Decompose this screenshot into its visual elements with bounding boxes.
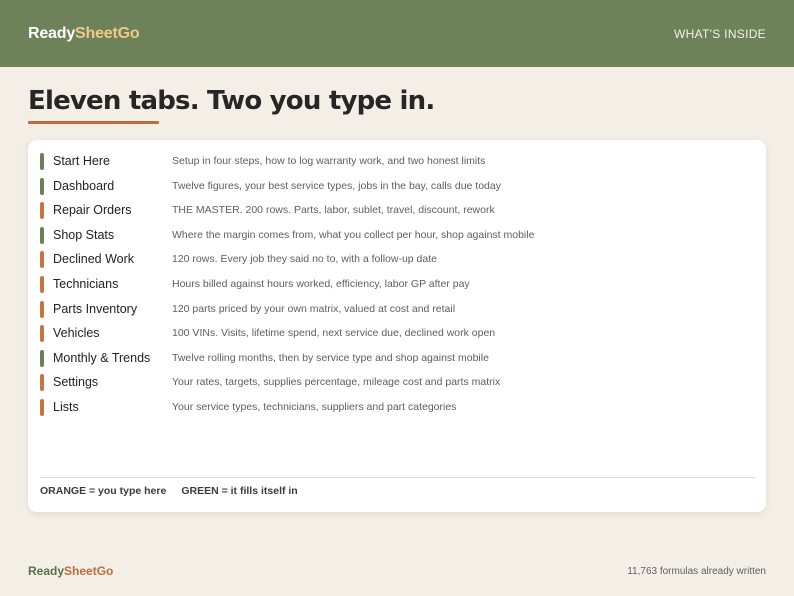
tab-type-indicator — [40, 250, 44, 268]
title-underline — [28, 121, 159, 124]
tab-row-technicians: Technicians Hours billed against hours w… — [40, 275, 755, 293]
brand-part-sheetgo: SheetGo — [75, 24, 140, 42]
tab-type-indicator — [40, 373, 44, 391]
tab-name: Parts Inventory — [53, 302, 138, 316]
tab-description: 100 VINs. Visits, lifetime spend, next s… — [172, 327, 496, 339]
legend-orange: ORANGE = you type here — [40, 485, 167, 497]
tab-type-indicator — [40, 177, 44, 195]
tab-name: Technicians — [53, 277, 119, 291]
tab-description: Your service types, technicians, supplie… — [172, 401, 457, 413]
page-title: Eleven tabs. Two you type in. — [28, 86, 435, 116]
tab-row-settings: Settings Your rates, targets, supplies p… — [40, 373, 755, 391]
tab-type-indicator — [40, 300, 44, 318]
tab-type-indicator — [40, 349, 44, 367]
tab-name: Declined Work — [53, 252, 135, 266]
tab-name: Dashboard — [53, 179, 115, 193]
tab-name: Lists — [53, 400, 79, 414]
brand-part-ready: Ready — [28, 24, 76, 42]
tab-description: Where the margin comes from, what you co… — [172, 229, 535, 241]
tab-type-indicator — [40, 152, 44, 170]
tab-name: Shop Stats — [53, 228, 115, 242]
tab-description: Twelve figures, your best service types,… — [172, 180, 501, 192]
tab-row-parts-inventory: Parts Inventory 120 parts priced by your… — [40, 300, 755, 318]
color-legend: ORANGE = you type here GREEN = it fills … — [40, 485, 298, 497]
tab-row-start-here: Start Here Setup in four steps, how to l… — [40, 152, 755, 170]
tab-row-monthly-trends: Monthly & Trends Twelve rolling months, … — [40, 349, 755, 367]
tab-row-shop-stats: Shop Stats Where the margin comes from, … — [40, 226, 755, 244]
footer-brand-logo: ReadySheetGo — [28, 564, 113, 578]
nav-whats-inside[interactable]: WHAT'S INSIDE — [674, 27, 766, 41]
tab-name: Monthly & Trends — [53, 351, 151, 365]
tab-type-indicator — [40, 324, 44, 342]
footer-brand-part-sheetgo: SheetGo — [64, 564, 114, 578]
tab-row-vehicles: Vehicles 100 VINs. Visits, lifetime spen… — [40, 324, 755, 342]
legend-green: GREEN = it fills itself in — [181, 485, 298, 497]
tab-description: Twelve rolling months, then by service t… — [172, 352, 489, 364]
footer-brand-part-ready: Ready — [28, 564, 65, 578]
tab-row-repair-orders: Repair Orders THE MASTER. 200 rows. Part… — [40, 201, 755, 219]
tab-description: 120 rows. Every job they said no to, wit… — [172, 253, 437, 265]
tab-row-dashboard: Dashboard Twelve figures, your best serv… — [40, 177, 755, 195]
legend-divider — [40, 477, 755, 478]
tab-description: 120 parts priced by your own matrix, val… — [172, 303, 456, 315]
tab-description: THE MASTER. 200 rows. Parts, labor, subl… — [172, 204, 495, 216]
tab-name: Vehicles — [53, 326, 100, 340]
tab-type-indicator — [40, 201, 44, 219]
header-bar: ReadySheetGo WHAT'S INSIDE — [0, 0, 794, 67]
tab-type-indicator — [40, 226, 44, 244]
footer-formula-count: 11,763 formulas already written — [627, 566, 766, 577]
tab-type-indicator — [40, 398, 44, 416]
tab-name: Settings — [53, 375, 99, 389]
tab-row-declined-work: Declined Work 120 rows. Every job they s… — [40, 250, 755, 268]
tab-description: Hours billed against hours worked, effic… — [172, 278, 470, 290]
brand-logo[interactable]: ReadySheetGo — [28, 24, 140, 43]
tab-description: Setup in four steps, how to log warranty… — [172, 155, 486, 167]
tab-description: Your rates, targets, supplies percentage… — [172, 376, 501, 388]
tab-row-lists: Lists Your service types, technicians, s… — [40, 398, 755, 416]
tab-name: Start Here — [53, 154, 110, 168]
tab-type-indicator — [40, 275, 44, 293]
tabs-card: Start Here Setup in four steps, how to l… — [28, 140, 766, 512]
tab-name: Repair Orders — [53, 203, 132, 217]
